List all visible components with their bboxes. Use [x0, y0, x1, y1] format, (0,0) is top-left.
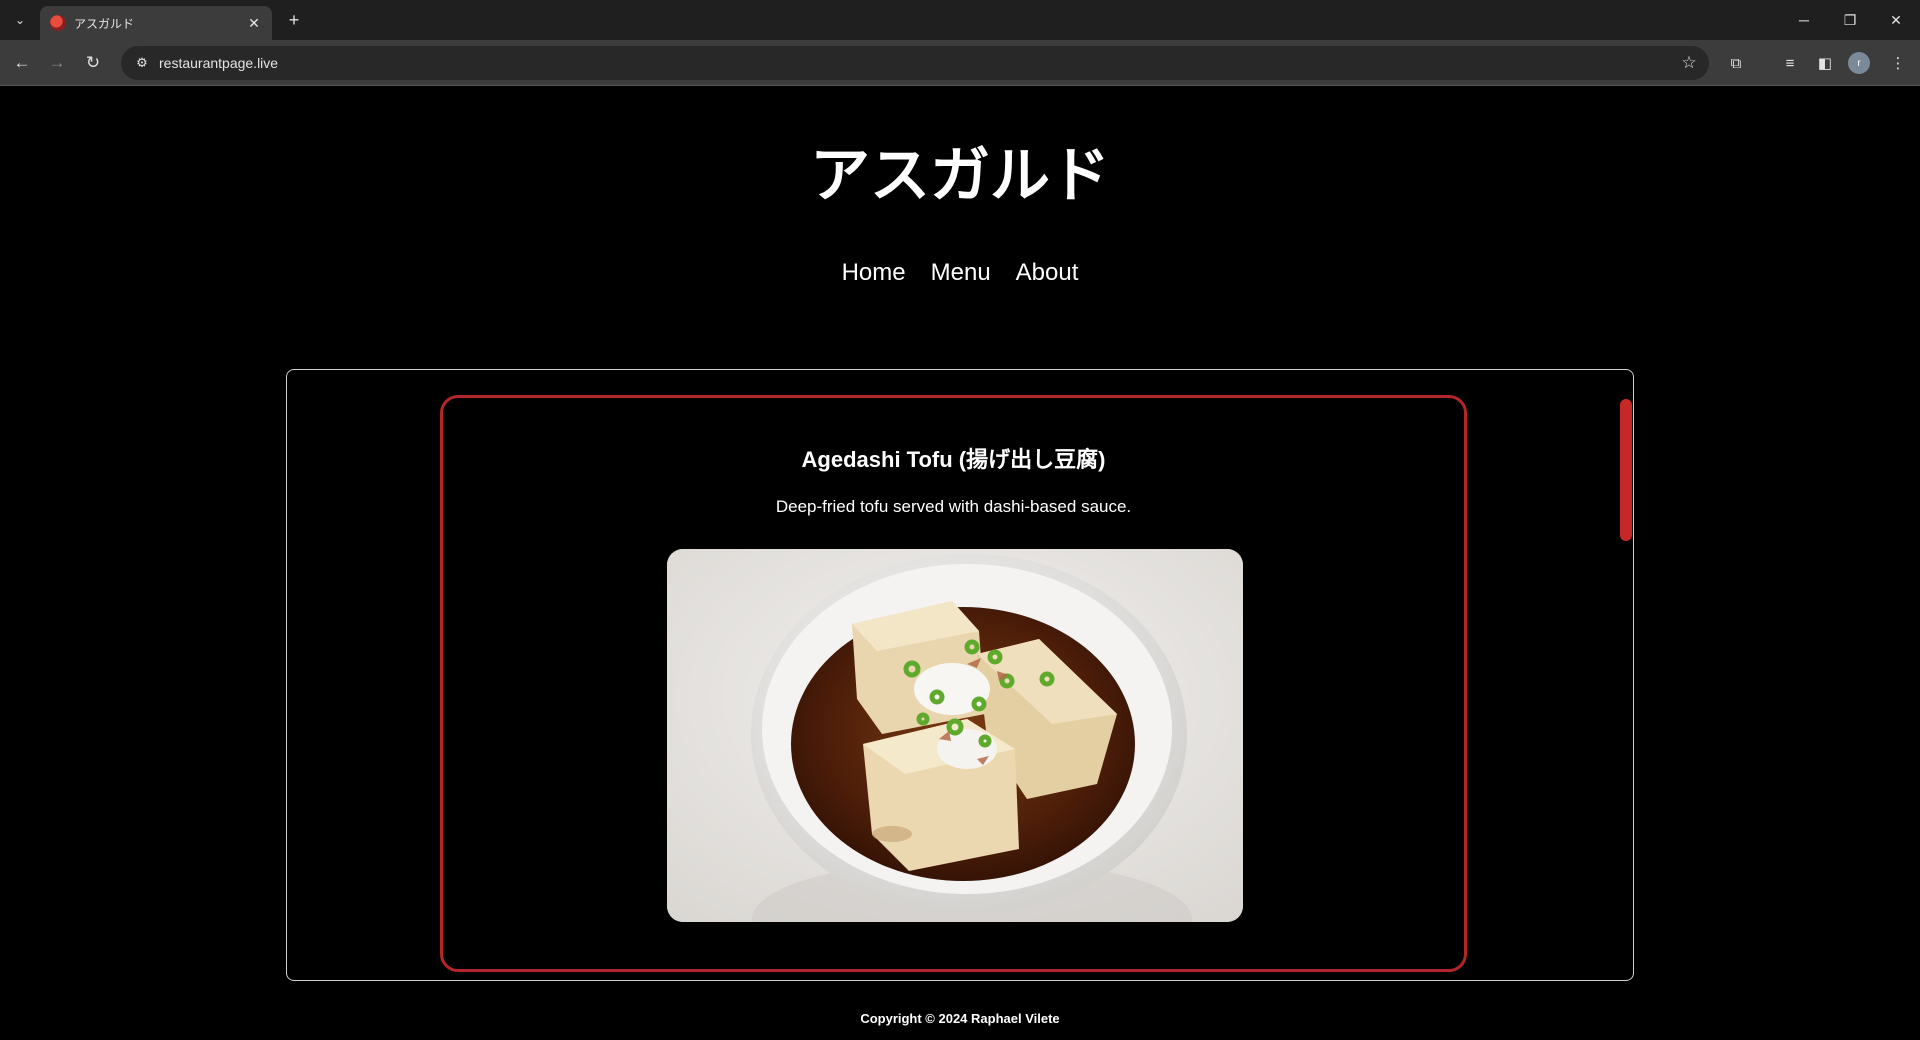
url-text[interactable]: restaurantpage.live: [159, 55, 1669, 71]
restore-icon[interactable]: ❐: [1830, 6, 1870, 34]
side-panel-icon[interactable]: ◧: [1810, 48, 1840, 78]
site-title: アスガルド: [810, 141, 1110, 211]
nav-menu-link[interactable]: Menu: [931, 259, 991, 287]
menu-item-title: Agedashi Tofu (揚げ出し豆腐): [801, 447, 1106, 472]
new-tab-icon[interactable]: +: [282, 8, 306, 32]
site-info-icon[interactable]: ⚙: [125, 55, 159, 71]
media-controls-icon[interactable]: ≡: [1775, 48, 1805, 78]
tab-search-icon[interactable]: ⌄: [8, 8, 32, 32]
address-bar[interactable]: ⚙ restaurantpage.live ☆: [121, 46, 1709, 80]
browser-tab-bar: ⌄ アスガルド ✕ + ─ ❐ ✕: [0, 0, 1920, 40]
tab-close-icon[interactable]: ✕: [246, 15, 262, 32]
agedashi-tofu-image: [667, 549, 1243, 922]
menu-item-card: Agedashi Tofu (揚げ出し豆腐) Deep-fried tofu s…: [440, 395, 1467, 972]
site-footer: Copyright © 2024 Raphael Vilete: [860, 1011, 1060, 1026]
window-close-icon[interactable]: ✕: [1876, 6, 1916, 34]
browser-toolbar: ← → ↻ ⚙ restaurantpage.live ☆ ⧉ ≡ ◧ r ⋮: [0, 40, 1920, 86]
site-favicon-icon: [50, 15, 66, 31]
reload-icon[interactable]: ↻: [78, 48, 108, 78]
bookmark-star-icon[interactable]: ☆: [1669, 53, 1709, 73]
nav-home-link[interactable]: Home: [842, 259, 906, 287]
menu-scroll-container[interactable]: Agedashi Tofu (揚げ出し豆腐) Deep-fried tofu s…: [286, 369, 1634, 981]
profile-avatar[interactable]: r: [1848, 52, 1870, 74]
browser-menu-icon[interactable]: ⋮: [1883, 48, 1913, 78]
browser-tab[interactable]: アスガルド ✕: [40, 6, 272, 40]
forward-icon[interactable]: →: [42, 48, 72, 78]
menu-item-description: Deep-fried tofu served with dashi-based …: [775, 497, 1132, 516]
main-nav: Home Menu About: [0, 259, 1920, 287]
scrollbar-thumb[interactable]: [1620, 399, 1632, 541]
extensions-icon[interactable]: ⧉: [1721, 48, 1751, 78]
minimize-icon[interactable]: ─: [1784, 6, 1824, 34]
tab-title: アスガルド: [74, 16, 135, 31]
back-icon[interactable]: ←: [7, 48, 37, 78]
nav-about-link[interactable]: About: [1016, 259, 1079, 287]
web-page: アスガルド Home Menu About Agedashi Tofu (揚げ出…: [0, 87, 1920, 1040]
